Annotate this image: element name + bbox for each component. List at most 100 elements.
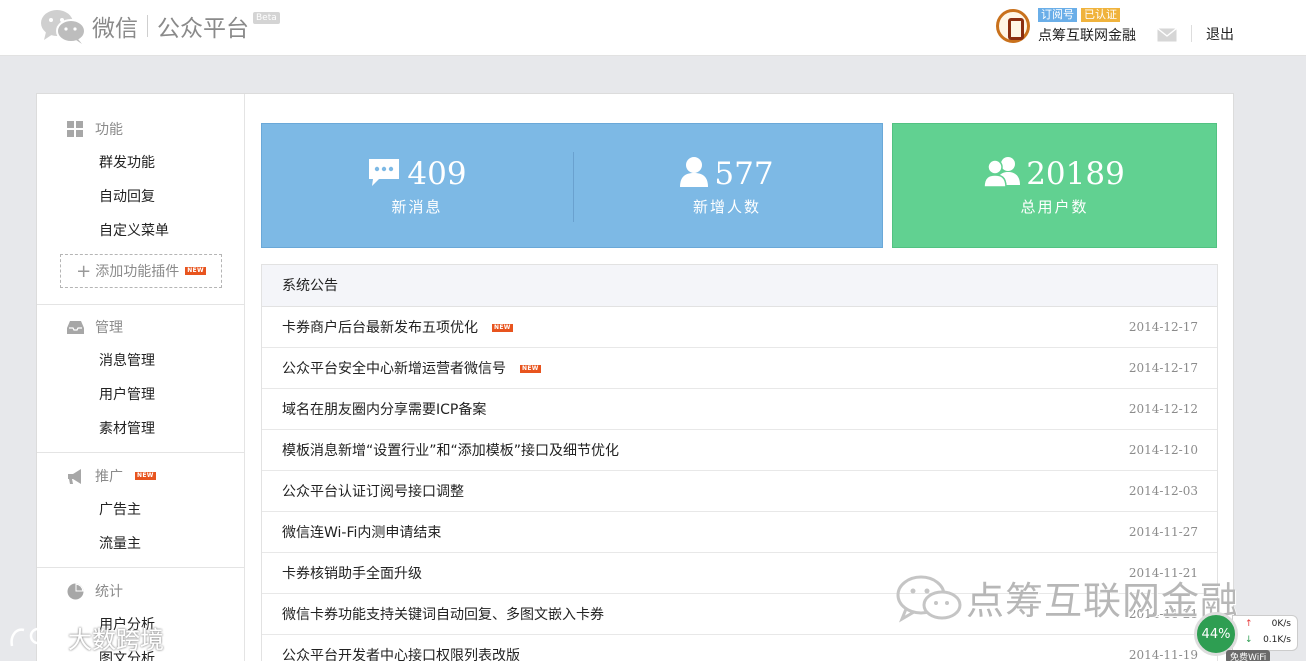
account-name[interactable]: 点筹互联网金融 <box>1038 25 1136 45</box>
sidebar-item-auto-reply[interactable]: 自动回复 <box>37 180 244 214</box>
corner-watermark: 大数跨境 <box>8 620 164 655</box>
section-title-stats: 统计 <box>37 574 244 608</box>
arrow-down-icon: ↓ <box>1245 635 1253 645</box>
notice-row-title[interactable]: 卡券核销助手全面升级 <box>282 566 422 582</box>
account-details: 订阅号 已认证 点筹互联网金融 <box>1038 7 1136 45</box>
notice-row[interactable]: 模板消息新增“设置行业”和“添加模板”接口及细节优化 2014-12-10 <box>262 430 1217 471</box>
notice-row-title[interactable]: 微信卡券功能支持关键词自动回复、多图文嵌入卡券 <box>282 607 604 623</box>
notice-row-left: 卡券商户后台最新发布五项优化 NEW <box>282 317 513 337</box>
notice-row[interactable]: 公众平台认证订阅号接口调整 2014-12-03 <box>262 471 1217 512</box>
notice-row-left: 模板消息新增“设置行业”和“添加模板”接口及细节优化 <box>282 440 619 460</box>
notice-row-left: 公众平台开发者中心接口权限列表改版 <box>282 645 520 661</box>
sidebar-item-custom-menu[interactable]: 自定义菜单 <box>37 214 244 248</box>
stat-total-users[interactable]: 20189 总用户数 <box>893 124 1216 247</box>
notice-row-title[interactable]: 公众平台开发者中心接口权限列表改版 <box>282 648 520 661</box>
sidebar-item-materials[interactable]: 素材管理 <box>37 412 244 446</box>
top-header: 微信 公众平台 Beta 订阅号 已认证 点筹互联网金融 退出 <box>0 0 1306 56</box>
account-badges: 订阅号 已认证 <box>1038 7 1136 22</box>
chat-icon <box>367 157 407 191</box>
stats-card-green: 20189 总用户数 <box>892 123 1217 248</box>
beta-badge: Beta <box>253 12 280 24</box>
notice-row[interactable]: 微信连Wi-Fi内测申请结束 2014-11-27 <box>262 512 1217 553</box>
notice-row-left: 域名在朋友圈内分享需要ICP备案 <box>282 399 486 419</box>
notice-row-left: 微信连Wi-Fi内测申请结束 <box>282 522 441 542</box>
stat-new-messages[interactable]: 409 新消息 <box>262 124 572 247</box>
sidebar-item-mass-send[interactable]: 群发功能 <box>37 146 244 180</box>
notice-row-left: 公众平台认证订阅号接口调整 <box>282 481 464 501</box>
new-messages-label: 新消息 <box>391 198 443 216</box>
wechat-logo[interactable]: 微信 公众平台 Beta <box>40 8 280 44</box>
download-speed-value: 0.1K/s <box>1263 635 1291 645</box>
upload-speed-value: 0K/s <box>1271 619 1291 629</box>
wechat-bubbles-icon <box>40 8 86 44</box>
notice-row-date: 2014-12-03 <box>1128 484 1198 498</box>
sidebar-section-manage: 管理 消息管理 用户管理 素材管理 <box>37 305 244 453</box>
sidebar-item-advertiser[interactable]: 广告主 <box>37 493 244 527</box>
notice-row-left: 卡券核销助手全面升级 <box>282 563 422 583</box>
new-users-label: 新增人数 <box>692 198 761 216</box>
watermark: 点筹互联网金融 <box>894 570 1239 625</box>
logo-divider <box>147 15 148 37</box>
notice-row-date: 2014-12-17 <box>1128 361 1198 375</box>
notice-row-left: 公众平台安全中心新增运营者微信号 NEW <box>282 358 541 378</box>
add-plugin-label: 添加功能插件 <box>95 264 180 280</box>
new-messages-count: 409 <box>407 156 467 192</box>
notice-row-date: 2014-12-17 <box>1128 320 1198 334</box>
verified-badge: 已认证 <box>1081 7 1120 22</box>
stats-divider <box>573 152 574 222</box>
stats-row: 409 新消息 577 新增人数 20189 总用户数 <box>261 123 1218 248</box>
notice-row-left: 微信卡券功能支持关键词自动回复、多图文嵌入卡券 <box>282 604 604 624</box>
stat-top: 409 <box>367 154 467 194</box>
stat-top: 577 <box>680 154 774 194</box>
section-title-promotion: 推广 NEW <box>37 459 244 493</box>
notice-row-title[interactable]: 域名在朋友圈内分享需要ICP备案 <box>282 402 486 418</box>
sidebar-item-users[interactable]: 用户管理 <box>37 378 244 412</box>
logout-link[interactable]: 退出 <box>1206 24 1234 44</box>
pie-chart-icon <box>67 583 84 600</box>
stats-card-blue: 409 新消息 577 新增人数 <box>261 123 883 248</box>
arrow-up-icon: ↑ <box>1245 619 1253 629</box>
notice-row-title[interactable]: 卡券商户后台最新发布五项优化 <box>282 320 478 336</box>
inbox-icon <box>67 319 84 336</box>
user-icon <box>680 156 714 192</box>
sidebar: 功能 群发功能 自动回复 自定义菜单 + 添加功能插件 NEW 管理 消息管理 … <box>37 94 245 661</box>
total-users-label: 总用户数 <box>1020 198 1089 216</box>
section-title-manage: 管理 <box>37 310 244 344</box>
stat-new-users[interactable]: 577 新增人数 <box>572 124 882 247</box>
sidebar-item-messages[interactable]: 消息管理 <box>37 344 244 378</box>
add-plugin-button[interactable]: + 添加功能插件 NEW <box>60 254 222 288</box>
sidebar-item-traffic-owner[interactable]: 流量主 <box>37 527 244 561</box>
new-badge: NEW <box>520 364 541 373</box>
notice-row[interactable]: 域名在朋友圈内分享需要ICP备案 2014-12-12 <box>262 389 1217 430</box>
corner-watermark-text: 大数跨境 <box>68 626 164 654</box>
sidebar-section-features: 功能 群发功能 自动回复 自定义菜单 + 添加功能插件 NEW <box>37 94 244 305</box>
notice-row-title[interactable]: 公众平台安全中心新增运营者微信号 <box>282 361 506 377</box>
corner-logo-icon <box>8 624 68 652</box>
notice-row-title[interactable]: 公众平台认证订阅号接口调整 <box>282 484 464 500</box>
notice-row-title[interactable]: 微信连Wi-Fi内测申请结束 <box>282 525 441 541</box>
brand-name: 微信 <box>92 16 138 42</box>
section-title-features: 功能 <box>37 112 244 146</box>
account-info[interactable]: 订阅号 已认证 点筹互联网金融 <box>996 6 1136 46</box>
notice-row-date: 2014-11-27 <box>1128 525 1198 539</box>
section-label: 推广 <box>95 469 123 485</box>
speed-readout: ↑ 0K/s ↓ 0.1K/s <box>1232 615 1298 651</box>
header-divider <box>1191 25 1192 42</box>
section-label: 统计 <box>95 584 123 600</box>
new-badge: NEW <box>185 267 206 275</box>
upload-speed: ↑ 0K/s <box>1245 616 1297 632</box>
notice-row-title[interactable]: 模板消息新增“设置行业”和“添加模板”接口及细节优化 <box>282 443 619 459</box>
notice-row-date: 2014-12-10 <box>1128 443 1198 457</box>
section-label: 管理 <box>95 320 123 336</box>
notice-row[interactable]: 公众平台安全中心新增运营者微信号 NEW 2014-12-17 <box>262 348 1217 389</box>
avatar[interactable] <box>996 9 1030 43</box>
mail-icon[interactable] <box>1157 27 1177 42</box>
notice-row[interactable]: 公众平台开发者中心接口权限列表改版 2014-11-19 <box>262 635 1217 661</box>
new-badge: NEW <box>135 472 156 480</box>
stat-top: 20189 <box>983 154 1125 194</box>
download-speed: ↓ 0.1K/s <box>1245 632 1297 648</box>
platform-name: 公众平台 <box>157 16 249 42</box>
notice-row[interactable]: 卡券商户后台最新发布五项优化 NEW 2014-12-17 <box>262 307 1217 348</box>
free-wifi-label[interactable]: 免费WiFi <box>1226 650 1271 661</box>
total-users-count: 20189 <box>1026 156 1125 192</box>
